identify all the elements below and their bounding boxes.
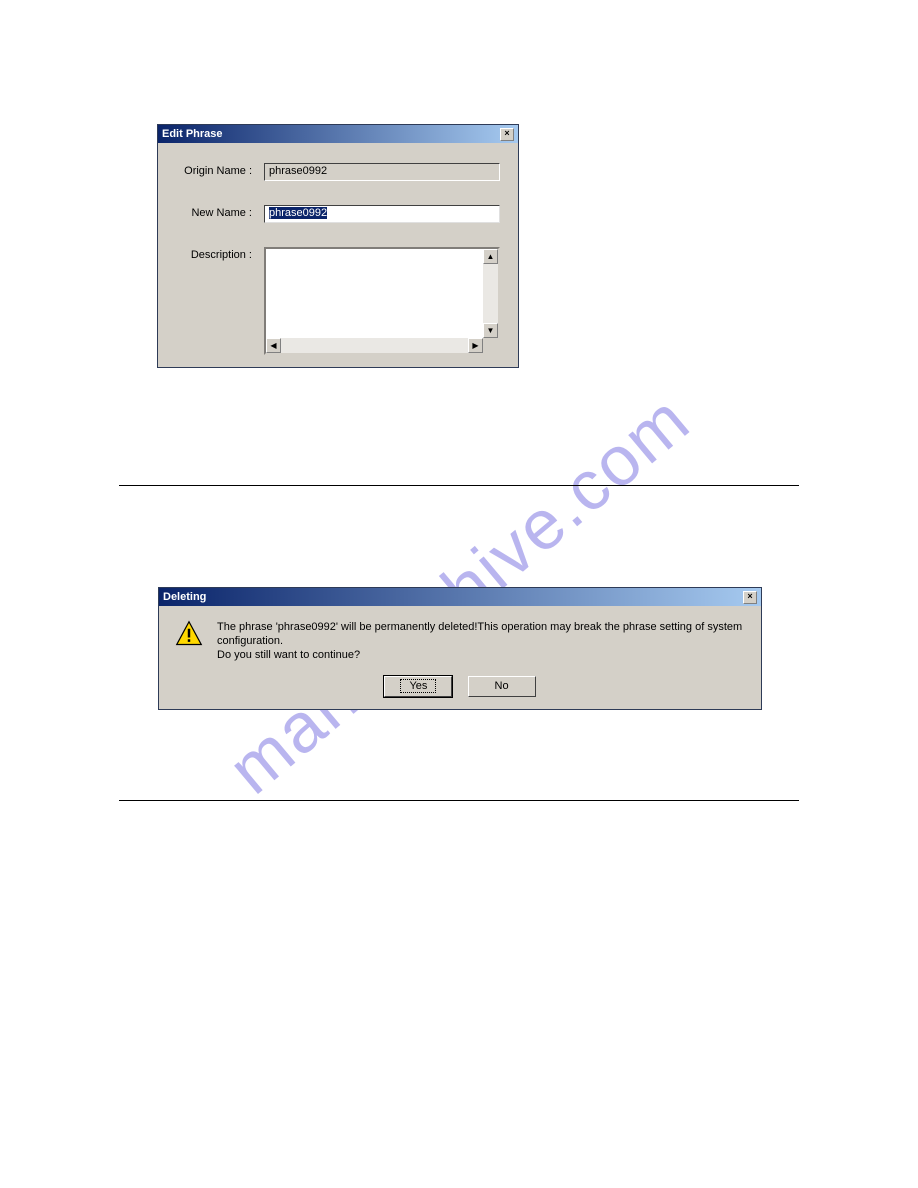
delete-button-row: Yes No <box>175 676 745 697</box>
new-name-label: New Name : <box>176 205 264 219</box>
edit-titlebar[interactable]: Edit Phrase × <box>158 125 518 143</box>
vertical-scrollbar[interactable]: ▲ ▼ <box>483 249 498 338</box>
new-name-selection: phrase0992 <box>269 207 327 219</box>
delete-message-line1: The phrase 'phrase0992' will be permanen… <box>217 620 745 648</box>
scroll-track-vertical[interactable] <box>483 264 498 323</box>
description-content[interactable] <box>266 249 483 338</box>
edit-title: Edit Phrase <box>162 128 223 140</box>
close-icon[interactable]: × <box>743 591 757 604</box>
new-name-field[interactable]: phrase0992 <box>264 205 500 223</box>
horizontal-scrollbar[interactable]: ◀ ▶ <box>266 338 483 353</box>
scroll-right-icon[interactable]: ▶ <box>468 338 483 353</box>
deleting-dialog: Deleting × The phrase 'phrase0992' will … <box>158 587 762 710</box>
scroll-left-icon[interactable]: ◀ <box>266 338 281 353</box>
description-row: Description : ▲ ▼ ◀ ▶ <box>176 247 500 355</box>
delete-message-line2: Do you still want to continue? <box>217 648 745 662</box>
yes-button[interactable]: Yes <box>384 676 452 697</box>
divider-1 <box>119 485 799 486</box>
origin-name-label: Origin Name : <box>176 163 264 177</box>
new-name-row: New Name : phrase0992 <box>176 205 500 223</box>
scroll-up-icon[interactable]: ▲ <box>483 249 498 264</box>
delete-titlebar[interactable]: Deleting × <box>159 588 761 606</box>
description-field[interactable]: ▲ ▼ ◀ ▶ <box>264 247 500 355</box>
origin-name-row: Origin Name : phrase0992 <box>176 163 500 181</box>
warning-icon <box>175 620 203 648</box>
delete-title: Deleting <box>163 591 206 603</box>
scroll-down-icon[interactable]: ▼ <box>483 323 498 338</box>
scroll-track-horizontal[interactable] <box>281 338 468 353</box>
edit-phrase-dialog: Edit Phrase × Origin Name : phrase0992 N… <box>157 124 519 368</box>
no-button[interactable]: No <box>468 676 536 697</box>
close-icon[interactable]: × <box>500 128 514 141</box>
scroll-corner <box>483 338 498 353</box>
origin-name-field: phrase0992 <box>264 163 500 181</box>
delete-body: The phrase 'phrase0992' will be permanen… <box>159 606 761 709</box>
edit-body: Origin Name : phrase0992 New Name : phra… <box>158 143 518 367</box>
description-label: Description : <box>176 247 264 261</box>
divider-2 <box>119 800 799 801</box>
delete-message: The phrase 'phrase0992' will be permanen… <box>217 620 745 662</box>
